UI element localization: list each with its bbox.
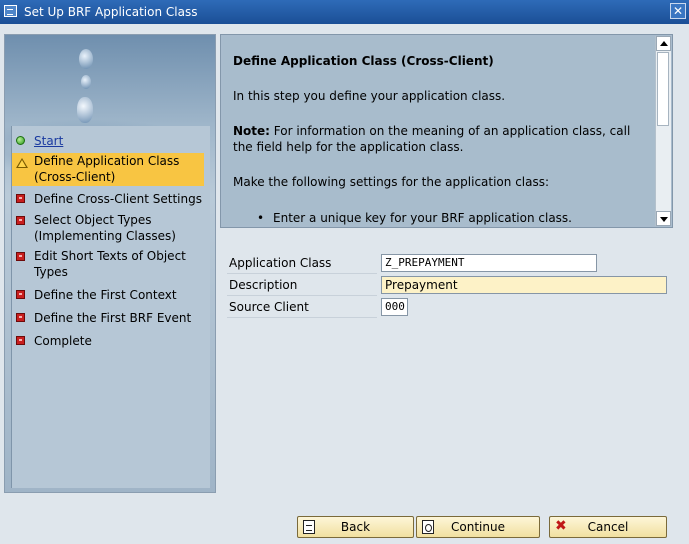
step-define-application-class[interactable]: Define Application Class (Cross-Client) [12, 153, 204, 186]
step-navigation-panel: Start Define Application Class (Cross-Cl… [4, 34, 216, 493]
steps-list: Start Define Application Class (Cross-Cl… [11, 126, 210, 488]
application-class-label: Application Class [229, 256, 332, 270]
back-button[interactable]: Back [297, 516, 414, 538]
back-button-label: Back [340, 520, 371, 534]
step-label: Define the First BRF Event [34, 311, 192, 325]
cancel-button[interactable]: ✖ Cancel [549, 516, 667, 538]
step-description-settings: Make the following settings for the appl… [233, 175, 550, 189]
step-label: Define the First Context [34, 288, 177, 302]
application-class-field[interactable]: Z_PREPAYMENT [381, 254, 597, 272]
step-description-note: Note: For information on the meaning of … [233, 123, 653, 155]
step-complete[interactable]: Complete [12, 332, 204, 350]
source-client-row: Source Client [227, 297, 377, 318]
source-client-label: Source Client [229, 300, 309, 314]
note-label: Note: [233, 124, 270, 138]
step-description-text: Define Application Class (Cross-Client) … [223, 37, 656, 225]
step-label: Define Cross-Client Settings [34, 192, 202, 206]
vertical-scrollbar[interactable] [655, 36, 671, 226]
green-circle-icon [16, 136, 25, 145]
continue-button-label: Continue [451, 520, 505, 534]
note-text: For information on the meaning of an app… [233, 124, 631, 154]
description-field[interactable]: Prepayment [381, 276, 667, 294]
step-label: Define Application Class (Cross-Client) [34, 154, 180, 184]
scroll-up-button[interactable] [656, 36, 671, 51]
red-square-icon [16, 313, 25, 322]
red-square-icon [16, 290, 25, 299]
source-client-field[interactable]: 000 [381, 298, 408, 316]
step-description-panel: Define Application Class (Cross-Client) … [220, 34, 673, 228]
window-title: Set Up BRF Application Class [24, 5, 198, 19]
step-edit-short-texts[interactable]: Edit Short Texts of Object Types [12, 248, 204, 282]
step-description-intro: In this step you define your application… [233, 89, 506, 103]
scroll-down-button[interactable] [656, 211, 671, 226]
red-square-icon [16, 194, 25, 203]
warning-icon [16, 158, 28, 168]
step-label: Complete [34, 334, 92, 348]
step-label: Edit Short Texts of Object Types [34, 249, 186, 279]
continue-button[interactable]: Continue [416, 516, 540, 538]
water-drop-image [79, 49, 93, 69]
step-define-first-brf-event[interactable]: Define the First BRF Event [12, 309, 204, 327]
step-label: Select Object Types (Implementing Classe… [34, 213, 176, 243]
red-square-icon [16, 336, 25, 345]
red-square-icon [16, 252, 25, 261]
step-description-bullet: Enter a unique key for your BRF applicat… [257, 210, 653, 225]
red-square-icon [16, 216, 25, 225]
description-row: Description [227, 275, 377, 296]
step-define-cross-client-settings[interactable]: Define Cross-Client Settings [12, 190, 204, 208]
window-icon [4, 5, 17, 17]
description-label: Description [229, 278, 298, 292]
step-description-title: Define Application Class (Cross-Client) [233, 54, 494, 68]
step-select-object-types[interactable]: Select Object Types (Implementing Classe… [12, 212, 204, 246]
step-define-first-context[interactable]: Define the First Context [12, 286, 204, 304]
close-button[interactable]: ✕ [670, 3, 686, 19]
step-start-link[interactable]: Start [34, 134, 63, 148]
scroll-thumb[interactable] [657, 52, 669, 126]
application-class-row: Application Class [227, 253, 377, 274]
water-drop-image [77, 97, 93, 123]
cancel-button-label: Cancel [587, 520, 629, 534]
water-drop-image [81, 75, 91, 89]
step-start[interactable]: Start [12, 132, 204, 150]
title-bar: Set Up BRF Application Class ✕ [0, 0, 689, 24]
